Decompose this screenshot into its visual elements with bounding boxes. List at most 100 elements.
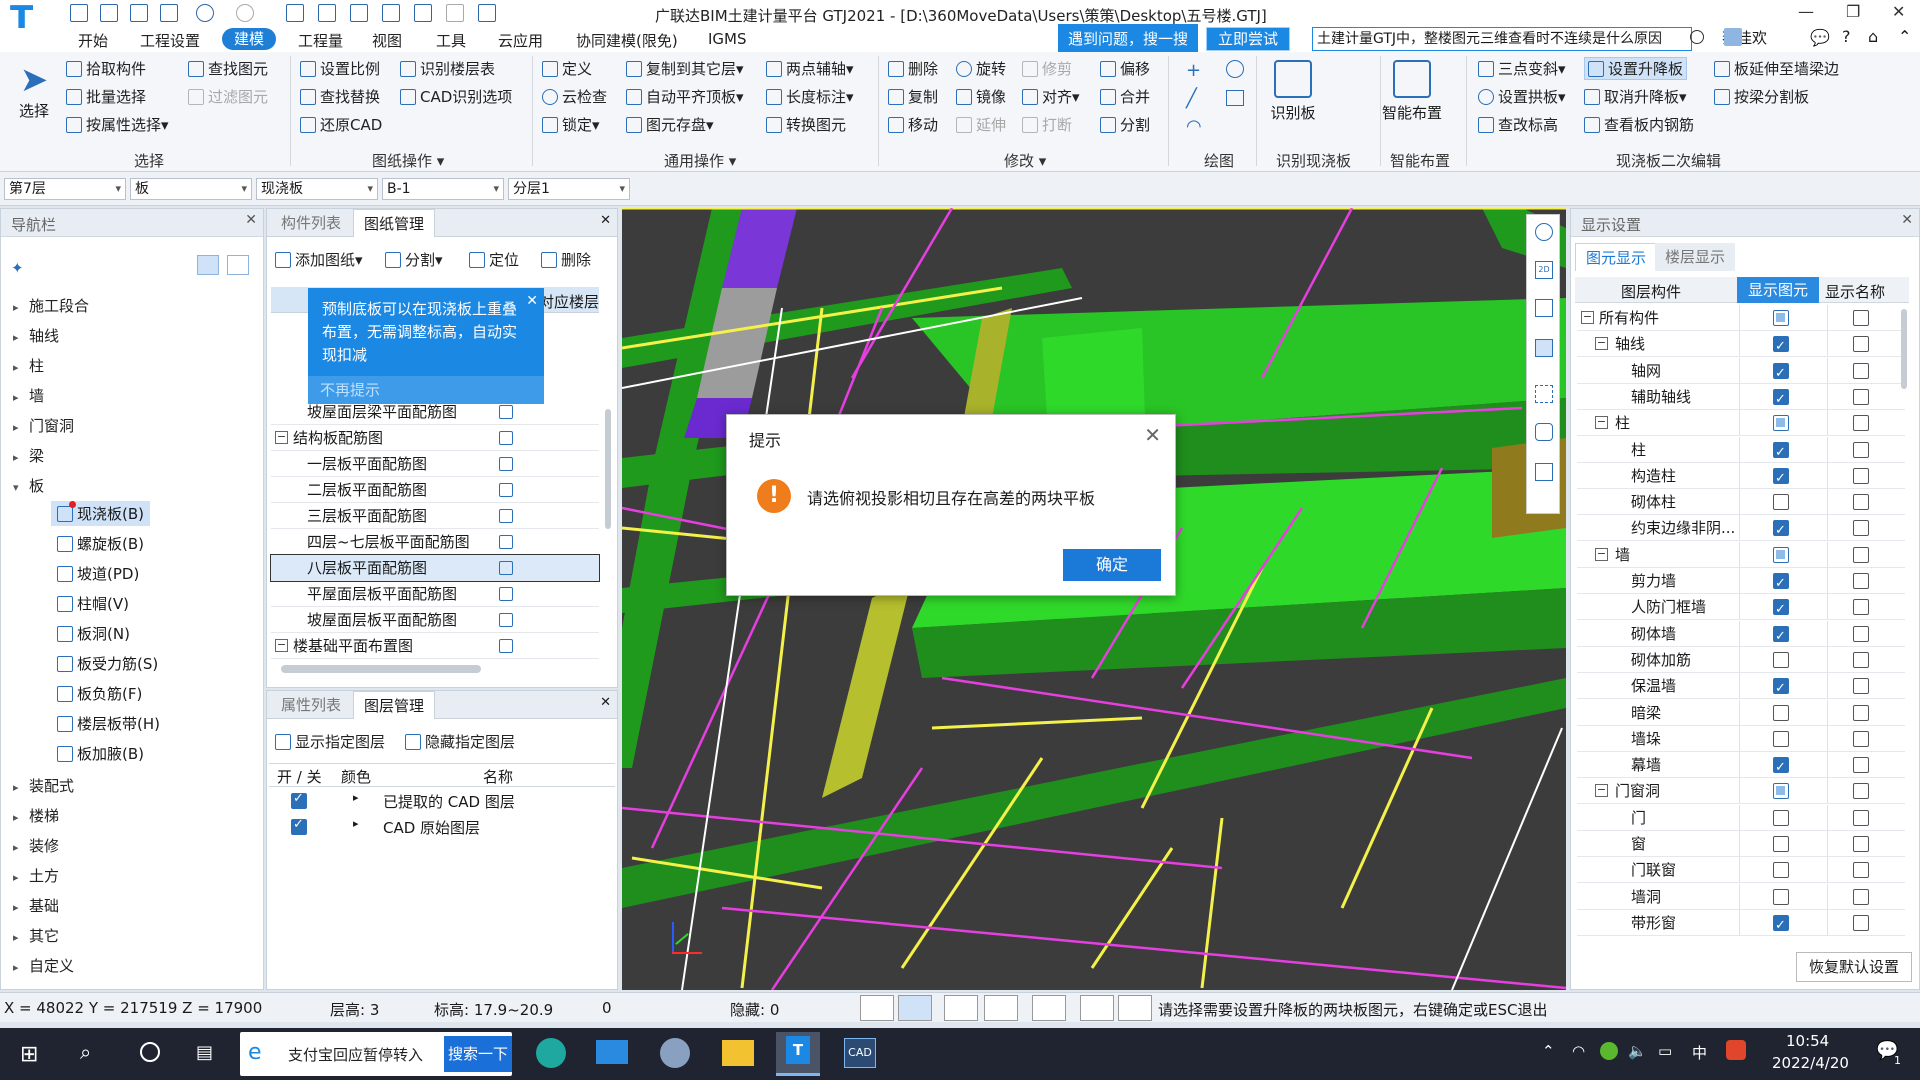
lock-icon[interactable] <box>499 639 513 653</box>
drawing-panel-close-icon[interactable]: ✕ <box>600 213 611 228</box>
menu-view[interactable]: 视图 <box>372 30 402 51</box>
show-name-checkbox[interactable] <box>1853 494 1869 511</box>
delete-button[interactable]: 删除 <box>888 58 938 79</box>
show-name-checkbox[interactable] <box>1853 783 1869 800</box>
collapse-toggle[interactable]: − <box>1581 311 1594 324</box>
drawing-group-row[interactable]: − 结构板配筋图 <box>271 425 599 451</box>
show-name-checkbox[interactable] <box>1853 310 1869 326</box>
tip-close-icon[interactable]: ✕ <box>526 290 538 313</box>
layer-toggle-checkbox[interactable] <box>291 817 307 835</box>
lock-icon[interactable] <box>499 613 513 627</box>
horizontal-scrollbar[interactable] <box>281 665 481 673</box>
offset-button[interactable]: 偏移 <box>1100 58 1150 79</box>
drawing-group-row[interactable]: − 楼基础平面布置图 <box>271 633 599 659</box>
show-name-checkbox[interactable] <box>1853 336 1869 353</box>
nav-item-foundation[interactable]: ▸ 基础 <box>13 895 59 916</box>
add-drawing-button[interactable]: 添加图纸 ▾ <box>275 249 363 270</box>
close-window-button[interactable]: ✕ <box>1892 2 1905 21</box>
rotate-button[interactable]: 旋转 <box>956 58 1006 79</box>
group-modify-label[interactable]: 修改 ▾ <box>1004 150 1046 171</box>
length-dimension-button[interactable]: 长度标注 ▾ <box>766 86 854 107</box>
nav-item-custom[interactable]: ▸ 自定义 <box>13 955 74 976</box>
show-name-checkbox[interactable] <box>1853 520 1869 537</box>
tab-property-list[interactable]: 属性列表 <box>271 691 351 719</box>
set-arch-slab-button[interactable]: 设置拱板 ▾ <box>1478 86 1566 107</box>
locate-drawing-button[interactable]: 定位 <box>469 249 519 270</box>
show-name-checkbox[interactable] <box>1853 651 1869 668</box>
name-select[interactable]: B-1 <box>382 178 504 200</box>
cross-toggle[interactable] <box>944 995 978 1021</box>
hide-layer-button[interactable]: 隐藏指定图层 <box>405 731 515 752</box>
display-row[interactable]: 辅助轴线 <box>1577 383 1905 413</box>
convert-element-button[interactable]: 转换图元 <box>766 114 846 135</box>
dont-show-again-link[interactable]: 不再提示 <box>308 376 544 404</box>
sogou-icon[interactable] <box>1726 1040 1746 1060</box>
3d-viewport[interactable] <box>622 208 1566 990</box>
drawing-row[interactable]: 二层板平面配筋图 <box>271 477 599 503</box>
menu-start[interactable]: 开始 <box>78 30 108 51</box>
ruler-icon[interactable] <box>446 4 464 22</box>
cad-taskbar-icon[interactable]: CAD <box>844 1038 876 1068</box>
display-row[interactable]: 砌体柱 <box>1577 489 1905 516</box>
show-element-checkbox[interactable] <box>1773 836 1789 852</box>
lock-icon[interactable] <box>499 535 513 549</box>
collapse-toggle[interactable]: − <box>1595 547 1608 561</box>
display-row[interactable]: 保温墙 <box>1577 673 1905 702</box>
display-row[interactable]: 幕墙 <box>1577 752 1905 781</box>
dynamic-input-toggle[interactable] <box>1080 995 1114 1021</box>
show-element-checkbox[interactable] <box>1773 518 1789 544</box>
show-element-checkbox[interactable] <box>1773 597 1789 623</box>
report-icon[interactable] <box>318 4 336 22</box>
floor-select[interactable]: 第7层 <box>4 178 126 200</box>
view-slab-rebar-button[interactable]: 查看板内钢筋 <box>1584 114 1694 135</box>
type-select[interactable]: 板 <box>130 178 252 200</box>
show-layer-button[interactable]: 显示指定图层 <box>275 731 385 752</box>
home-icon[interactable]: ⌂ <box>1868 27 1878 46</box>
upload-icon[interactable] <box>70 4 88 22</box>
define-button[interactable]: 定义 <box>542 58 592 79</box>
smart-layout-button[interactable]: 智能布置 <box>1380 60 1444 123</box>
new-file-icon[interactable] <box>100 4 118 22</box>
show-element-checkbox[interactable] <box>1773 440 1789 466</box>
nav-item-earthwork[interactable]: ▸ 土方 <box>13 865 59 886</box>
lock-icon[interactable] <box>499 561 513 575</box>
angle-toggle[interactable] <box>984 995 1018 1021</box>
clock-time[interactable]: 10:54 <box>1786 1032 1829 1050</box>
show-element-checkbox[interactable] <box>1773 913 1789 939</box>
dialog-close-icon[interactable]: ✕ <box>1144 423 1161 447</box>
nav-item-column[interactable]: ▸ 柱 <box>13 355 44 376</box>
display-row[interactable]: − 门窗洞 <box>1577 778 1905 805</box>
display-row[interactable]: 门 <box>1577 804 1905 831</box>
nav-sub-neg-rebar[interactable]: 板负筋(F) <box>57 683 142 704</box>
nav-sub-slab-haunch[interactable]: 板加腋(B) <box>57 743 144 764</box>
lock-icon[interactable] <box>499 457 513 471</box>
show-element-checkbox[interactable] <box>1773 334 1789 360</box>
show-name-checkbox[interactable] <box>1853 888 1869 905</box>
drawing-row[interactable]: 坡屋面层板平面配筋图 <box>271 607 599 633</box>
app-icon[interactable] <box>660 1038 690 1068</box>
menu-modeling[interactable]: 建模 <box>222 28 277 50</box>
menu-collab[interactable]: 协同建模(限免) <box>576 30 678 51</box>
nav-item-openings[interactable]: ▸ 门窗洞 <box>13 415 74 436</box>
group-common-label[interactable]: 通用操作 ▾ <box>664 150 736 171</box>
circle-draw-icon[interactable] <box>1226 60 1244 78</box>
display-row[interactable]: 窗 <box>1577 831 1905 857</box>
collapse-icon[interactable]: ⌃ <box>1898 27 1911 46</box>
menu-cloud[interactable]: 云应用 <box>498 30 543 51</box>
collapse-toggle[interactable]: − <box>1595 416 1608 430</box>
nav-sub-ramp[interactable]: 坡道(PD) <box>57 563 139 584</box>
show-name-checkbox[interactable] <box>1853 914 1869 931</box>
display-row[interactable]: 带形窗 <box>1577 909 1905 939</box>
trace-toggle[interactable] <box>1118 995 1152 1021</box>
copy-button[interactable]: 复制 <box>888 86 938 107</box>
tab-drawing-management[interactable]: 图纸管理 <box>353 209 436 237</box>
expand-icon[interactable]: ▸ <box>353 817 359 830</box>
show-name-checkbox[interactable] <box>1853 467 1869 484</box>
filter-element-button[interactable]: 过滤图元 <box>188 86 268 107</box>
show-name-checkbox[interactable] <box>1853 441 1869 458</box>
show-name-checkbox[interactable] <box>1853 704 1869 721</box>
tray-up-icon[interactable]: ⌃ <box>1542 1042 1555 1060</box>
menu-tools[interactable]: 工具 <box>436 30 466 51</box>
open-folder-icon[interactable] <box>130 4 148 22</box>
lock-button[interactable]: 锁定 ▾ <box>542 114 600 135</box>
